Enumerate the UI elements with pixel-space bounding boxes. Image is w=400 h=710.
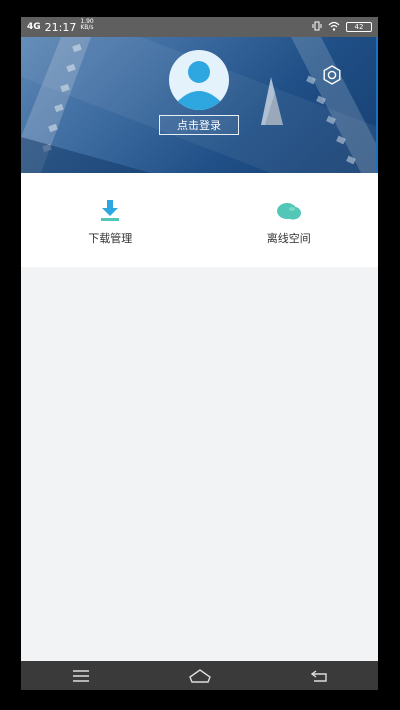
status-left: 4G 21:17 1.90 KB/s (27, 18, 94, 34)
status-bar: 4G 21:17 1.90 KB/s 42 (21, 17, 378, 37)
status-time: 21:17 (44, 20, 77, 34)
phone-screen: 4G 21:17 1.90 KB/s 42 点击登录 下载管理 离线空间 (21, 17, 378, 690)
cloud-icon (275, 197, 303, 223)
download-icon (96, 197, 124, 223)
user-avatar-icon (177, 61, 221, 110)
battery-indicator: 42 (346, 22, 372, 32)
signal-label: 4G (27, 22, 41, 32)
login-button[interactable]: 点击登录 (159, 115, 239, 135)
settings-button[interactable] (321, 64, 343, 86)
vibrate-icon (312, 21, 322, 34)
avatar[interactable] (169, 50, 229, 110)
profile-header: 点击登录 (21, 37, 378, 173)
nav-menu-button[interactable] (61, 666, 101, 686)
back-icon (310, 669, 327, 682)
home-icon (188, 668, 211, 683)
wifi-icon (328, 21, 340, 34)
menu-panel: 下载管理 离线空间 (21, 173, 378, 267)
net-speed: 1.90 KB/s (80, 18, 94, 31)
scroll-indicator (376, 37, 378, 173)
system-nav-bar (21, 661, 378, 690)
menu-label-downloads: 下载管理 (88, 232, 133, 245)
nav-back-button[interactable] (299, 666, 339, 686)
status-right: 42 (312, 21, 372, 34)
menu-item-downloads[interactable]: 下载管理 (21, 173, 200, 267)
menu-item-offline-space[interactable]: 离线空间 (200, 173, 379, 267)
menu-icon (72, 669, 89, 682)
nav-home-button[interactable] (180, 666, 220, 686)
menu-label-offline-space: 离线空间 (266, 232, 311, 245)
gear-icon (323, 65, 341, 85)
